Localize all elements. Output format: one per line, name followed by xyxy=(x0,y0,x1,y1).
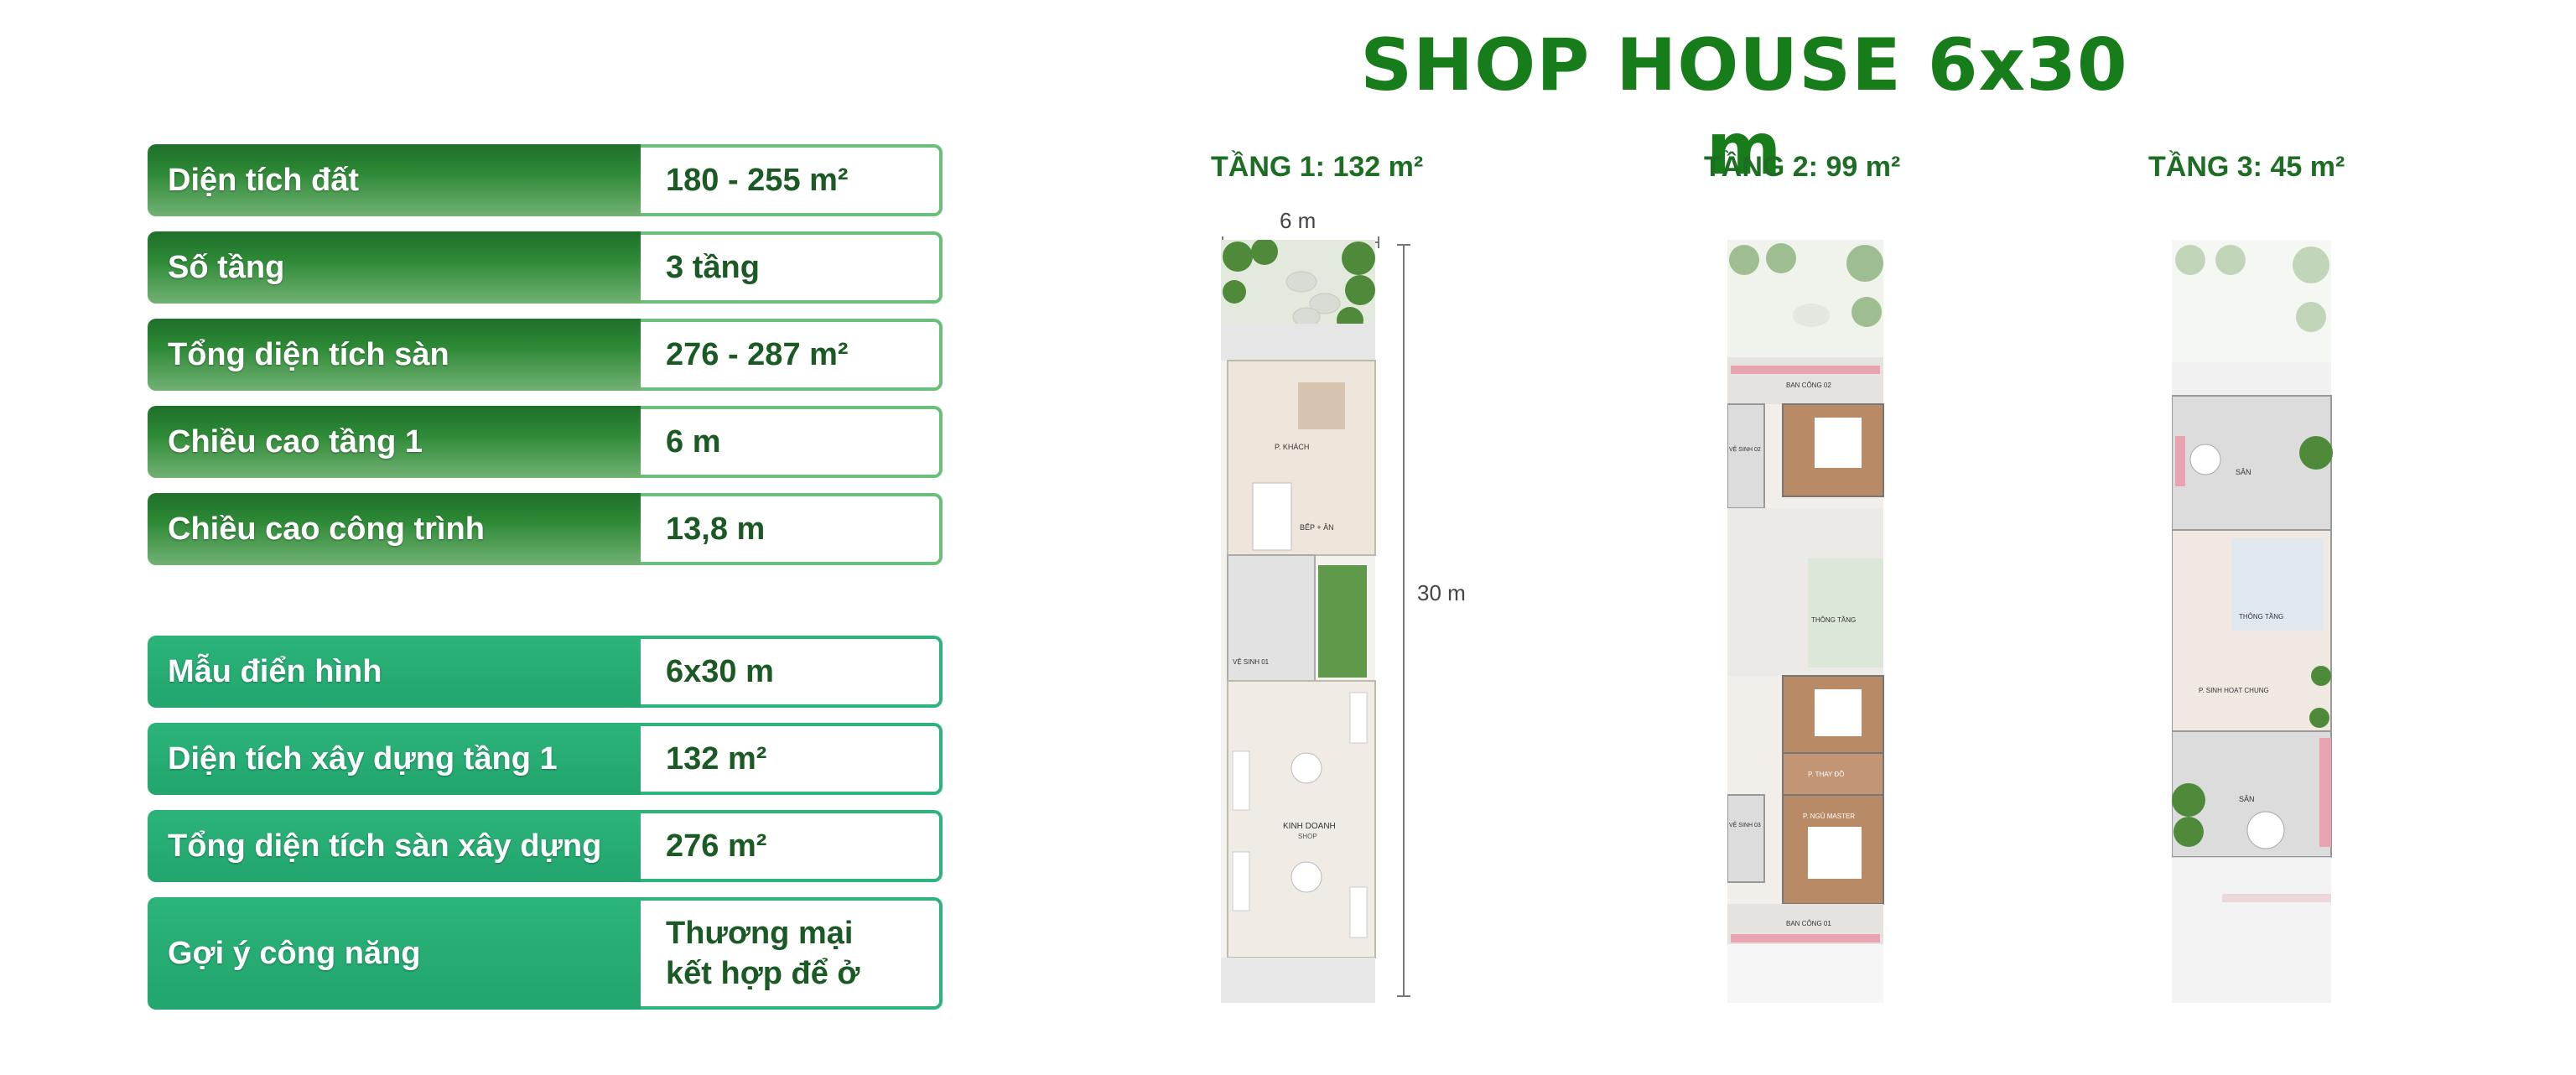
spec-label: Tổng diện tích sàn xây dựng xyxy=(148,810,641,882)
spec-value: 6 m xyxy=(641,406,943,478)
spec-value: 180 - 255 m² xyxy=(641,144,943,216)
room-label: P. KHÁCH xyxy=(1275,443,1309,451)
room-label: BẾP + ĂN xyxy=(1300,523,1334,532)
room-label: VỆ SINH 02 xyxy=(1729,445,1761,453)
spec-value-line: Thương mại xyxy=(666,916,854,951)
spec-label: Diện tích xây dựng tầng 1 xyxy=(148,723,641,795)
spec-label: Số tầng xyxy=(148,231,641,304)
spec-row-total-build-area: Tổng diện tích sàn xây dựng 276 m² xyxy=(148,810,943,882)
floor-2-label: TẦNG 2: 99 m² xyxy=(1704,151,1901,183)
spec-value: 276 m² xyxy=(641,810,943,882)
spec-row-suggested-use: Gợi ý công năng Thương mại kết hợp để ở xyxy=(148,897,943,1010)
room-label: THÔNG TẦNG xyxy=(2239,612,2283,621)
spec-value: 6x30 m xyxy=(641,636,943,708)
spec-label: Diện tích đất xyxy=(148,144,641,216)
spec-row-building-height: Chiều cao công trình 13,8 m xyxy=(148,493,943,565)
spec-row-land-area: Diện tích đất 180 - 255 m² xyxy=(148,144,943,216)
floor-1-label: TẦNG 1: 132 m² xyxy=(1211,151,1424,183)
spec-row-floors: Số tầng 3 tầng xyxy=(148,231,943,304)
room-label: THÔNG TẦNG xyxy=(1811,615,1856,624)
floor-3-plan: SÂN THÔNG TẦNG P. SINH HOẠT CHUNG SÂN xyxy=(2172,240,2333,1003)
spec-value-line: kết hợp để ở xyxy=(666,956,860,991)
room-label: BAN CÔNG 01 xyxy=(1786,920,1831,927)
spec-label: Tổng diện tích sàn xyxy=(148,319,641,391)
spec-row-ground-build-area: Diện tích xây dựng tầng 1 132 m² xyxy=(148,723,943,795)
spec-value: 132 m² xyxy=(641,723,943,795)
room-label: SHOP xyxy=(1298,833,1317,840)
length-dimension-line xyxy=(1397,244,1410,997)
spec-label: Gợi ý công năng xyxy=(148,897,641,1010)
width-dimension-label: 6 m xyxy=(1280,208,1317,233)
spec-label: Chiều cao công trình xyxy=(148,493,641,565)
room-label: P. NGỦ 2 xyxy=(1816,430,1845,438)
room-label: SÂN xyxy=(2236,468,2251,476)
room-label: SÂN xyxy=(2239,795,2255,803)
spec-label: Chiều cao tầng 1 xyxy=(148,406,641,478)
room-label: P. THAY ĐỒ xyxy=(1808,770,1844,778)
spec-row-typical-model: Mẫu điển hình 6x30 m xyxy=(148,636,943,708)
spec-row-ground-floor-height: Chiều cao tầng 1 6 m xyxy=(148,406,943,478)
room-label: VỆ SINH 01 xyxy=(1233,658,1270,666)
room-label: KINH DOANH xyxy=(1283,822,1336,831)
floor-1-plan: P. KHÁCH BẾP + ĂN VỆ SINH 01 KINH DOANH … xyxy=(1221,240,1376,1003)
room-label: BAN CÔNG 02 xyxy=(1786,382,1831,389)
room-label: VỆ SINH 03 xyxy=(1729,821,1761,828)
spec-label: Mẫu điển hình xyxy=(148,636,641,708)
room-label: P. NGỦ MASTER xyxy=(1803,813,1855,820)
spec-row-total-floor-area: Tổng diện tích sàn 276 - 287 m² xyxy=(148,319,943,391)
spec-value: 3 tầng xyxy=(641,231,943,304)
room-label: P. SINH HOẠT CHUNG xyxy=(2199,687,2269,694)
spec-value: 276 - 287 m² xyxy=(641,319,943,391)
length-dimension-label: 30 m xyxy=(1417,580,1466,605)
spec-value: Thương mại kết hợp để ở xyxy=(641,897,943,1010)
room-label: P. NGỦ 1 xyxy=(1815,697,1843,704)
floor-3-label: TẦNG 3: 45 m² xyxy=(2148,151,2345,183)
floor-2-plan: BAN CÔNG 02 P. NGỦ 2 VỆ SINH 02 THÔNG TẦ… xyxy=(1727,240,1884,1003)
spec-value: 13,8 m xyxy=(641,493,943,565)
